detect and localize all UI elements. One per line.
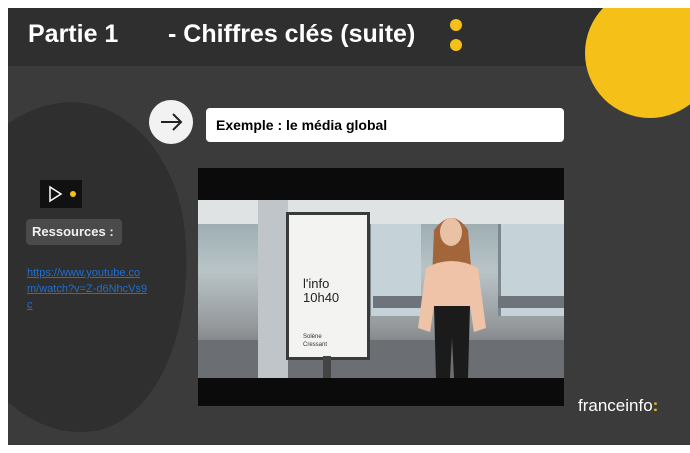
resources-label: Ressources : [32, 224, 114, 239]
sign-small-line2: Cressant [303, 342, 328, 348]
arrow-right-icon [161, 113, 183, 131]
logo-text: franceinfo [578, 396, 653, 415]
presenter-figure [418, 218, 486, 378]
slide-title: - Chiffres clés (suite) [168, 20, 416, 48]
slide: Partie 1 - Chiffres clés (suite) Exemple… [8, 8, 690, 445]
play-button[interactable] [40, 180, 82, 208]
part-label: Partie 1 [28, 20, 119, 48]
play-icon [49, 185, 76, 203]
resources-badge: Ressources : [26, 219, 122, 245]
sign-text-line1: l'info [303, 276, 330, 291]
vertical-dots-icon [450, 19, 462, 53]
resource-link[interactable]: https://www.youtube.com/watch?v=Z-d6NhcV… [27, 265, 152, 313]
franceinfo-logo: franceinfo: [578, 396, 658, 416]
video-player[interactable]: l'info 10h40 Solène Cressant [198, 168, 564, 406]
video-frame: l'info 10h40 Solène Cressant [198, 200, 564, 378]
arrow-button[interactable] [149, 100, 193, 144]
info-sign: l'info 10h40 Solène Cressant [286, 212, 370, 360]
sign-text-line2: 10h40 [303, 290, 340, 305]
logo-colon: : [652, 396, 659, 415]
yellow-circle-decoration [585, 8, 690, 118]
example-label-box: Exemple : le média global [206, 108, 564, 142]
sign-small-line1: Solène [303, 334, 322, 340]
example-label: Exemple : le média global [216, 117, 388, 133]
